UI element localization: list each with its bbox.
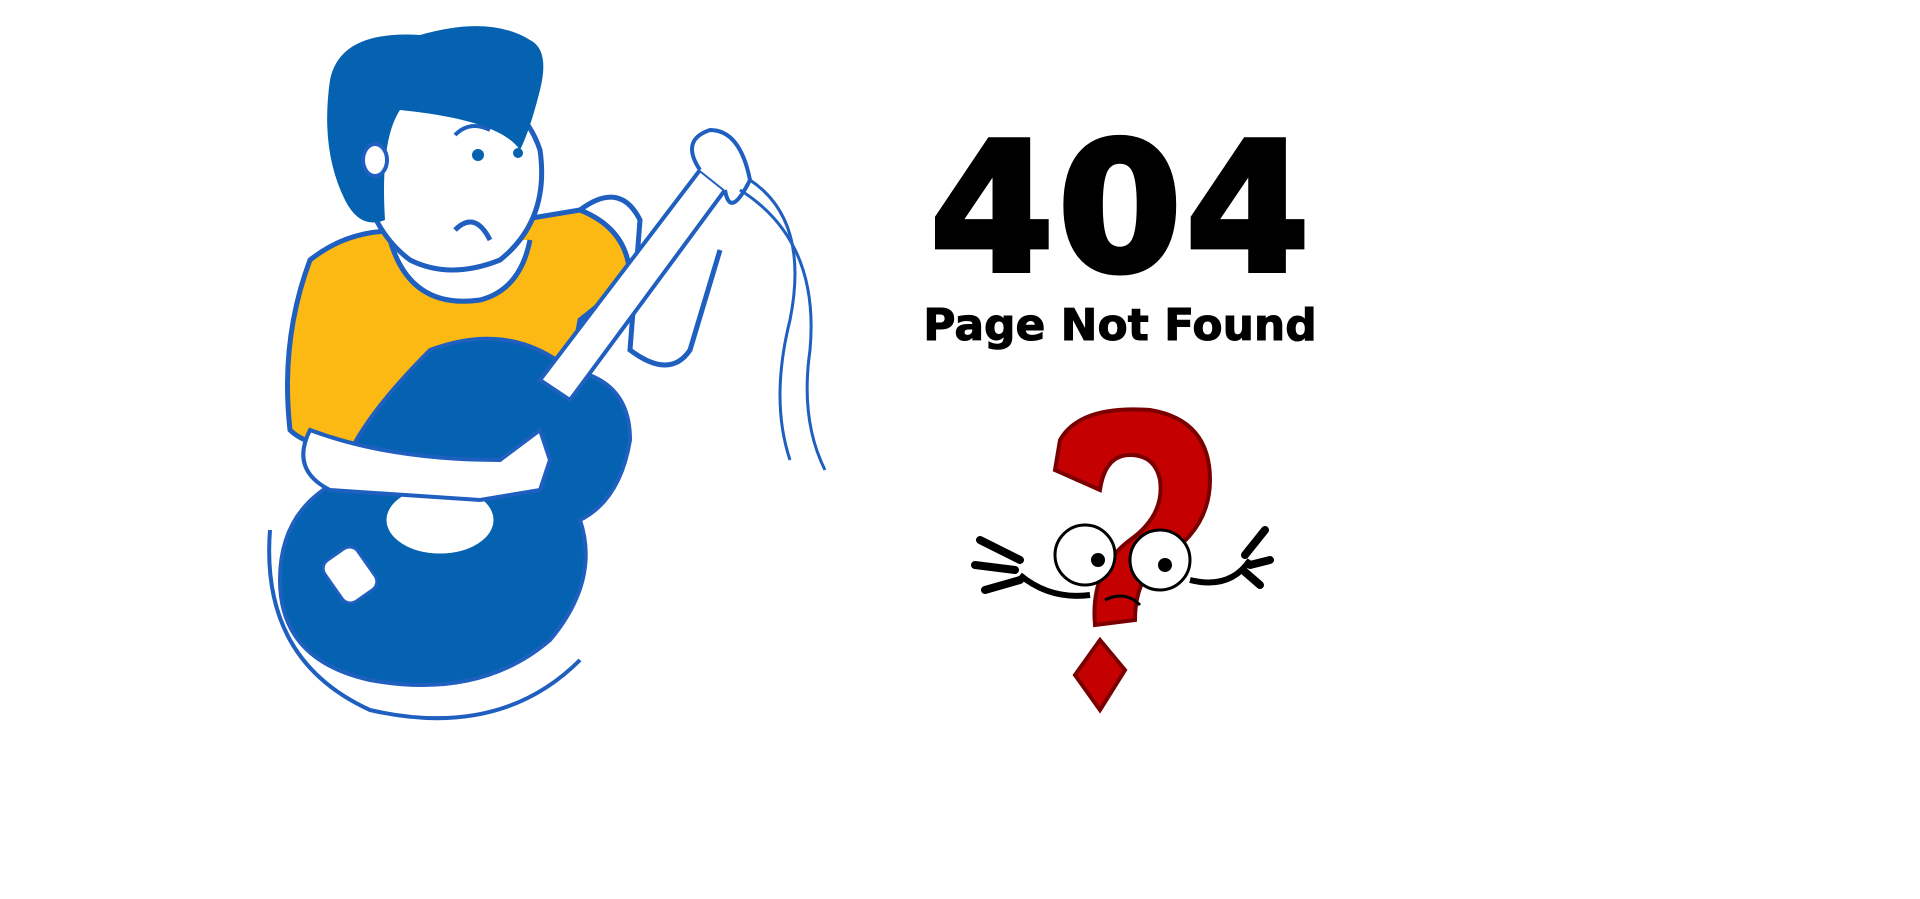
error-code: 404 xyxy=(927,105,1314,312)
question-mark-icon xyxy=(971,407,1274,714)
guitarist-illustration xyxy=(267,26,827,721)
error-message: Page Not Found xyxy=(923,300,1317,352)
